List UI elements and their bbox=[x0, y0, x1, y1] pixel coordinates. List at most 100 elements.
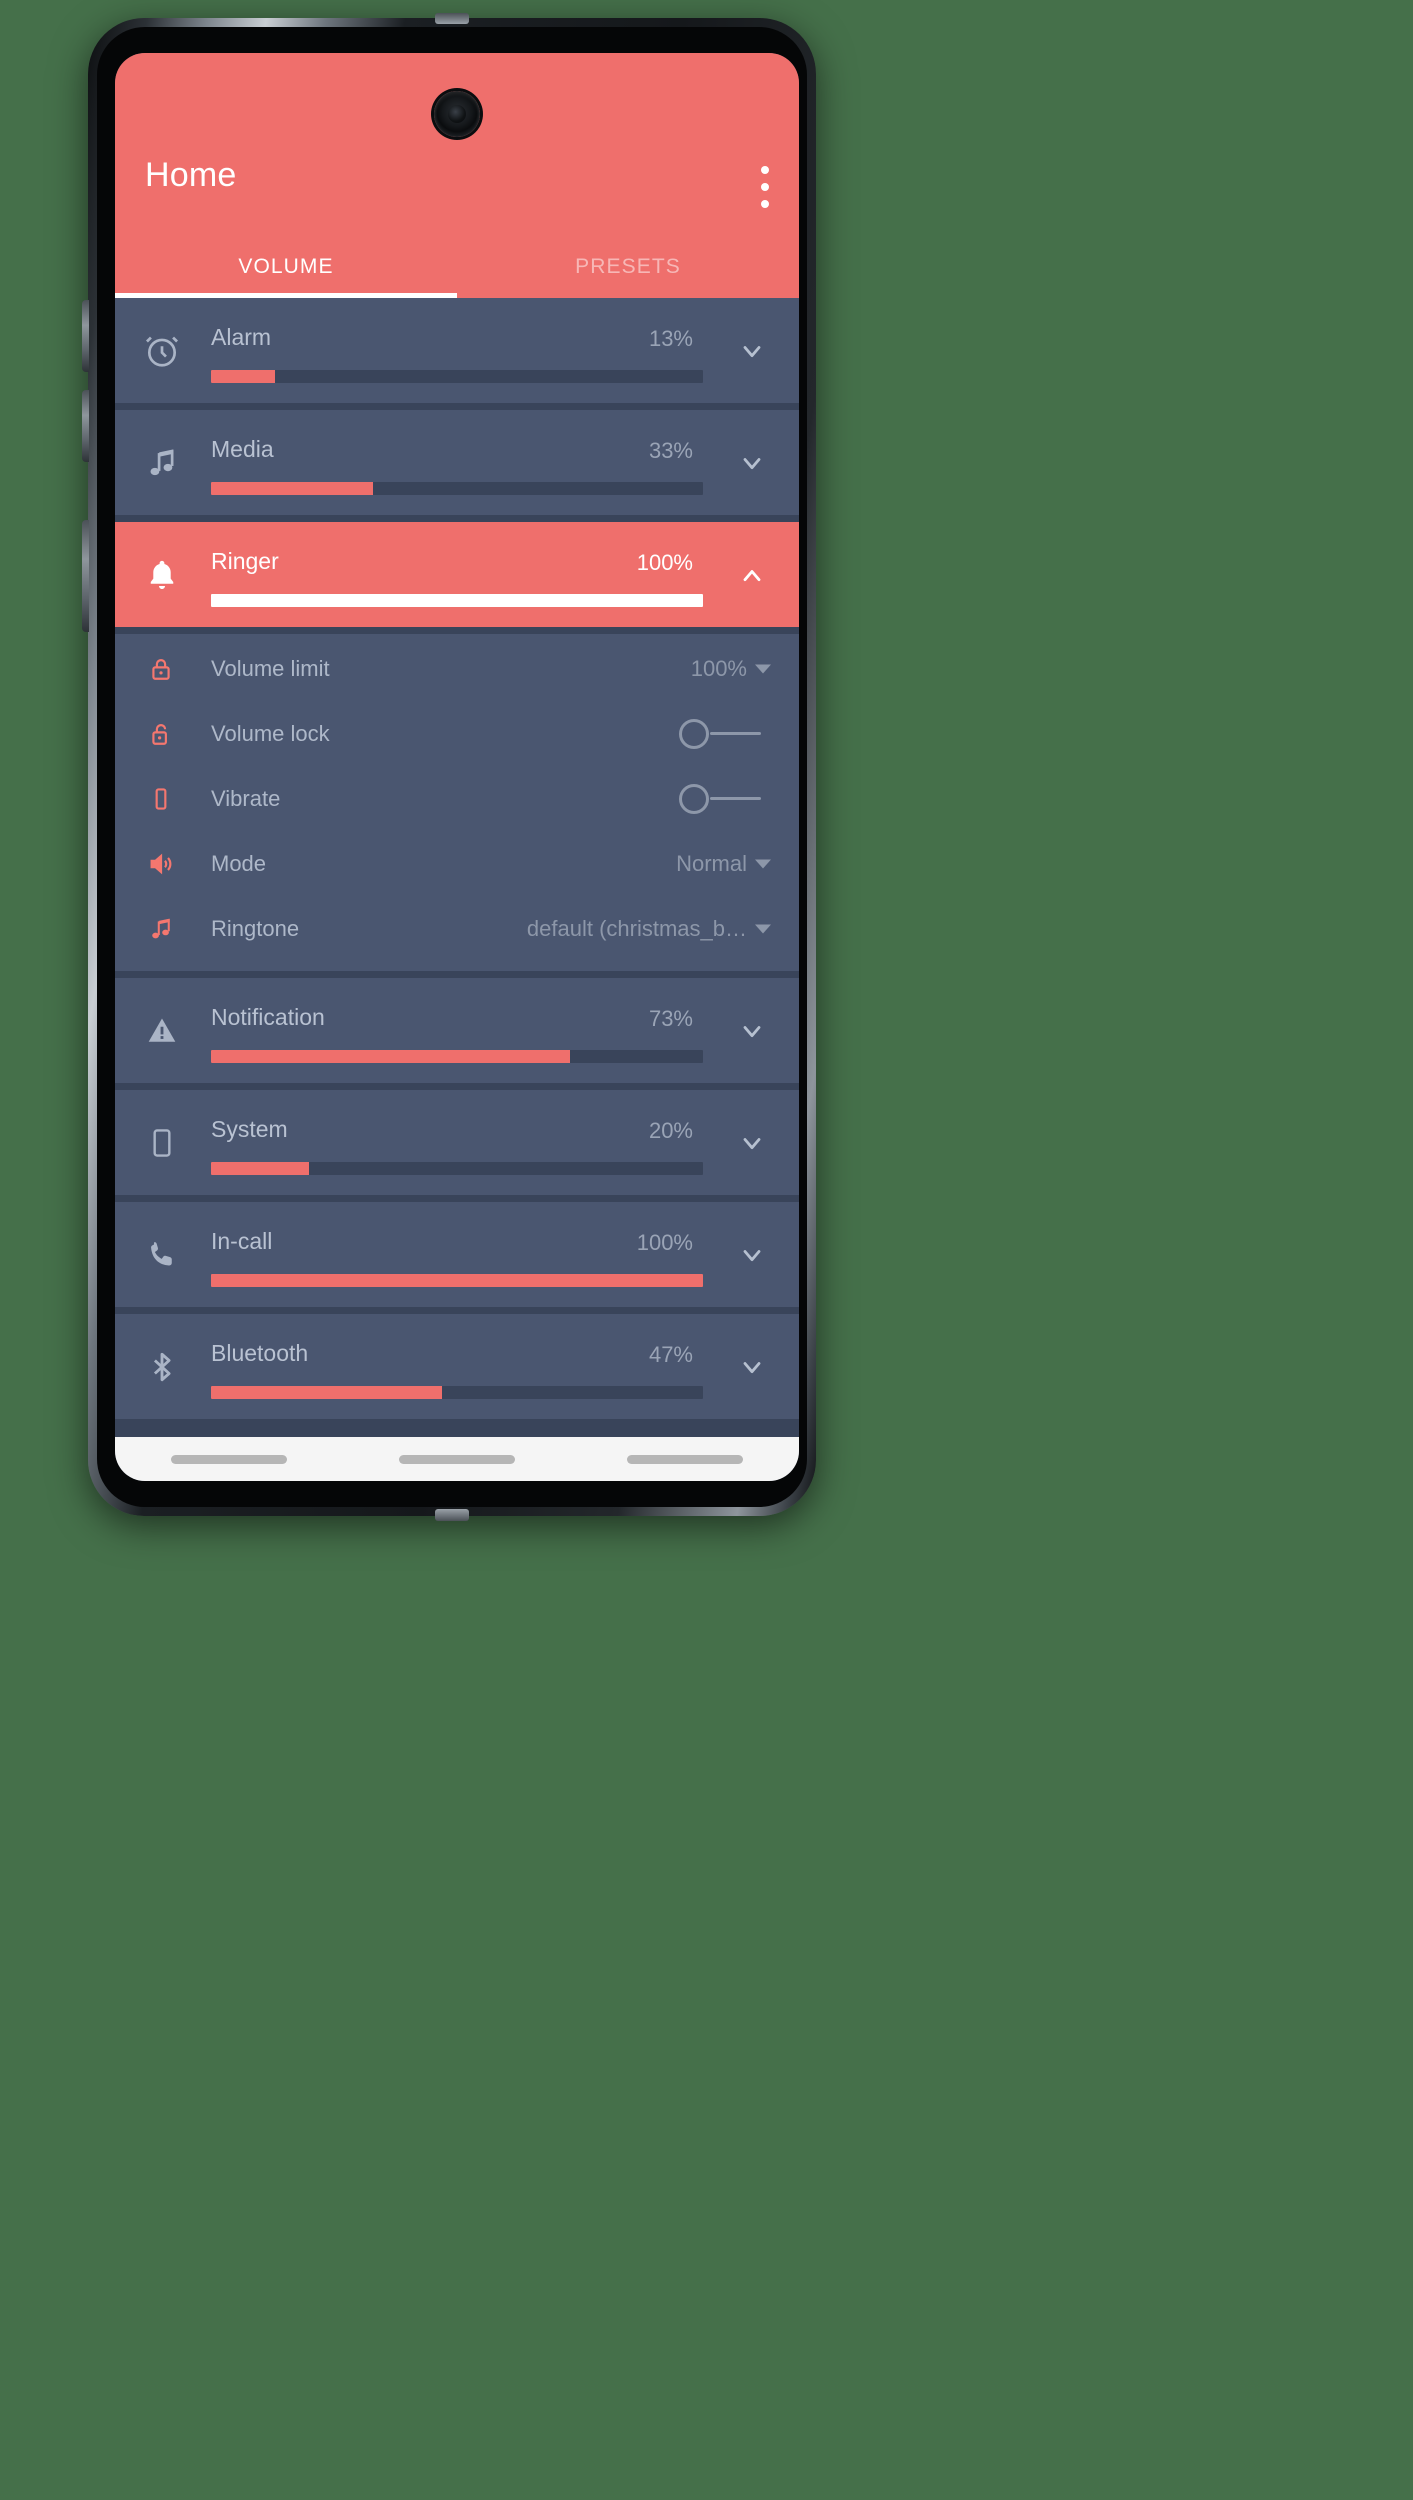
chevron-down-icon[interactable] bbox=[755, 859, 771, 868]
stream-label: Notification bbox=[211, 1004, 325, 1030]
stream-percent: 20% bbox=[648, 1118, 693, 1143]
setting-row-mode[interactable]: Mode Normal bbox=[115, 831, 799, 896]
list-divider bbox=[115, 971, 799, 978]
stream-percent: 73% bbox=[648, 1006, 693, 1031]
power-button[interactable] bbox=[82, 520, 89, 632]
toggle-track bbox=[710, 797, 761, 800]
stream-percent: 33% bbox=[648, 438, 693, 463]
call-icon bbox=[141, 1234, 183, 1276]
system-navigation-bar bbox=[115, 1437, 799, 1481]
recents-button[interactable] bbox=[171, 1454, 287, 1464]
stream-row-in-call[interactable]: In-call 100% bbox=[115, 1202, 799, 1307]
stream-percent: 13% bbox=[648, 326, 693, 351]
front-camera-punch-hole bbox=[434, 91, 480, 137]
slider-fill bbox=[211, 370, 275, 383]
stream-row-media[interactable]: Media 33% bbox=[115, 410, 799, 515]
toggle-knob bbox=[679, 718, 709, 749]
setting-label: Ringtone bbox=[211, 915, 300, 941]
chevron-down-icon[interactable] bbox=[735, 1014, 769, 1048]
chevron-down-icon[interactable] bbox=[755, 664, 771, 673]
tab-presets[interactable]: PRESETS bbox=[457, 236, 799, 298]
slider-fill bbox=[211, 1386, 443, 1399]
alarm-icon bbox=[141, 330, 183, 372]
stream-label: System bbox=[211, 1116, 288, 1142]
toggle-volume-lock[interactable] bbox=[679, 718, 761, 749]
stream-label: Alarm bbox=[211, 324, 272, 350]
setting-row-volume-limit[interactable]: Volume limit 100% bbox=[115, 636, 799, 701]
app-bar: Home VOLUME PRESETS bbox=[115, 53, 799, 298]
chevron-down-icon[interactable] bbox=[735, 1238, 769, 1272]
stream-row-ringer[interactable]: Ringer 100% bbox=[115, 522, 799, 627]
stream-percent: 100% bbox=[636, 550, 693, 575]
stream-label: Ringer bbox=[211, 548, 279, 574]
chevron-down-icon[interactable] bbox=[755, 924, 771, 933]
stream-row-alarm[interactable]: Alarm 13% bbox=[115, 298, 799, 403]
stream-label: In-call bbox=[211, 1228, 273, 1254]
lock-open-icon bbox=[145, 718, 177, 750]
vibrate-icon bbox=[145, 783, 177, 815]
volume-stream-list[interactable]: Alarm 13% Media 33% Ringer 100% Volume l… bbox=[115, 298, 799, 1437]
stream-percent: 47% bbox=[648, 1342, 693, 1367]
stream-row-system[interactable]: System 20% bbox=[115, 1090, 799, 1195]
volume-slider-in-call[interactable] bbox=[211, 1274, 703, 1287]
ringer-settings-group: Volume limit 100% Volume lock Vibrate Mo… bbox=[115, 634, 799, 971]
setting-value: 100% bbox=[690, 655, 747, 681]
tab-volume[interactable]: VOLUME bbox=[115, 236, 457, 298]
stream-percent: 100% bbox=[636, 1230, 693, 1255]
volume-slider-media[interactable] bbox=[211, 482, 703, 495]
stream-label: Bluetooth bbox=[211, 1340, 309, 1366]
frame-antenna-top bbox=[435, 13, 469, 24]
stream-label: Media bbox=[211, 436, 274, 462]
home-button[interactable] bbox=[399, 1454, 515, 1464]
stream-row-bluetooth[interactable]: Bluetooth 47% bbox=[115, 1314, 799, 1419]
volume-slider-alarm[interactable] bbox=[211, 370, 703, 383]
phone-device-frame: Home VOLUME PRESETS Alarm 13% Media 33% … bbox=[88, 13, 816, 1521]
bluetooth-icon bbox=[141, 1346, 183, 1388]
chevron-down-icon[interactable] bbox=[735, 334, 769, 368]
phone-device-icon bbox=[141, 1122, 183, 1164]
slider-fill bbox=[211, 1274, 703, 1287]
speaker-icon bbox=[145, 848, 177, 880]
toggle-knob bbox=[679, 783, 709, 814]
setting-value: default (christmas_b… bbox=[526, 915, 747, 941]
tab-volume-label: VOLUME bbox=[238, 255, 334, 278]
tab-presets-label: PRESETS bbox=[575, 255, 681, 278]
bell-icon bbox=[141, 554, 183, 596]
setting-row-volume-lock[interactable]: Volume lock bbox=[115, 701, 799, 766]
slider-fill bbox=[211, 594, 703, 607]
setting-label: Volume lock bbox=[211, 720, 330, 746]
frame-antenna-bottom bbox=[435, 1509, 469, 1521]
toggle-vibrate[interactable] bbox=[679, 783, 761, 814]
overflow-menu-icon[interactable] bbox=[761, 166, 769, 208]
setting-value: Normal bbox=[676, 850, 747, 876]
phone-screen: Home VOLUME PRESETS Alarm 13% Media 33% … bbox=[115, 53, 799, 1481]
volume-up-button[interactable] bbox=[82, 300, 89, 372]
tab-bar: VOLUME PRESETS bbox=[115, 236, 799, 298]
chevron-up-icon[interactable] bbox=[735, 558, 769, 592]
setting-row-ringtone[interactable]: Ringtone default (christmas_b… bbox=[115, 896, 799, 961]
volume-slider-notification[interactable] bbox=[211, 1050, 703, 1063]
slider-fill bbox=[211, 1050, 571, 1063]
chevron-down-icon[interactable] bbox=[735, 1350, 769, 1384]
lock-closed-icon bbox=[145, 653, 177, 685]
slider-fill bbox=[211, 1162, 310, 1175]
device-bezel: Home VOLUME PRESETS Alarm 13% Media 33% … bbox=[97, 27, 807, 1507]
slider-fill bbox=[211, 482, 374, 495]
volume-slider-bluetooth[interactable] bbox=[211, 1386, 703, 1399]
page-title: Home bbox=[145, 156, 237, 194]
chevron-down-icon[interactable] bbox=[735, 446, 769, 480]
volume-slider-system[interactable] bbox=[211, 1162, 703, 1175]
back-button[interactable] bbox=[627, 1454, 743, 1464]
setting-label: Vibrate bbox=[211, 785, 281, 811]
setting-label: Mode bbox=[211, 850, 267, 876]
music-note-icon bbox=[141, 442, 183, 484]
chevron-down-icon[interactable] bbox=[735, 1126, 769, 1160]
setting-row-vibrate[interactable]: Vibrate bbox=[115, 766, 799, 831]
stream-row-notification[interactable]: Notification 73% bbox=[115, 978, 799, 1083]
volume-down-button[interactable] bbox=[82, 390, 89, 462]
toggle-track bbox=[710, 732, 761, 735]
music-note-icon bbox=[145, 913, 177, 945]
warning-icon bbox=[141, 1010, 183, 1052]
setting-label: Volume limit bbox=[211, 655, 330, 681]
volume-slider-ringer[interactable] bbox=[211, 594, 703, 607]
